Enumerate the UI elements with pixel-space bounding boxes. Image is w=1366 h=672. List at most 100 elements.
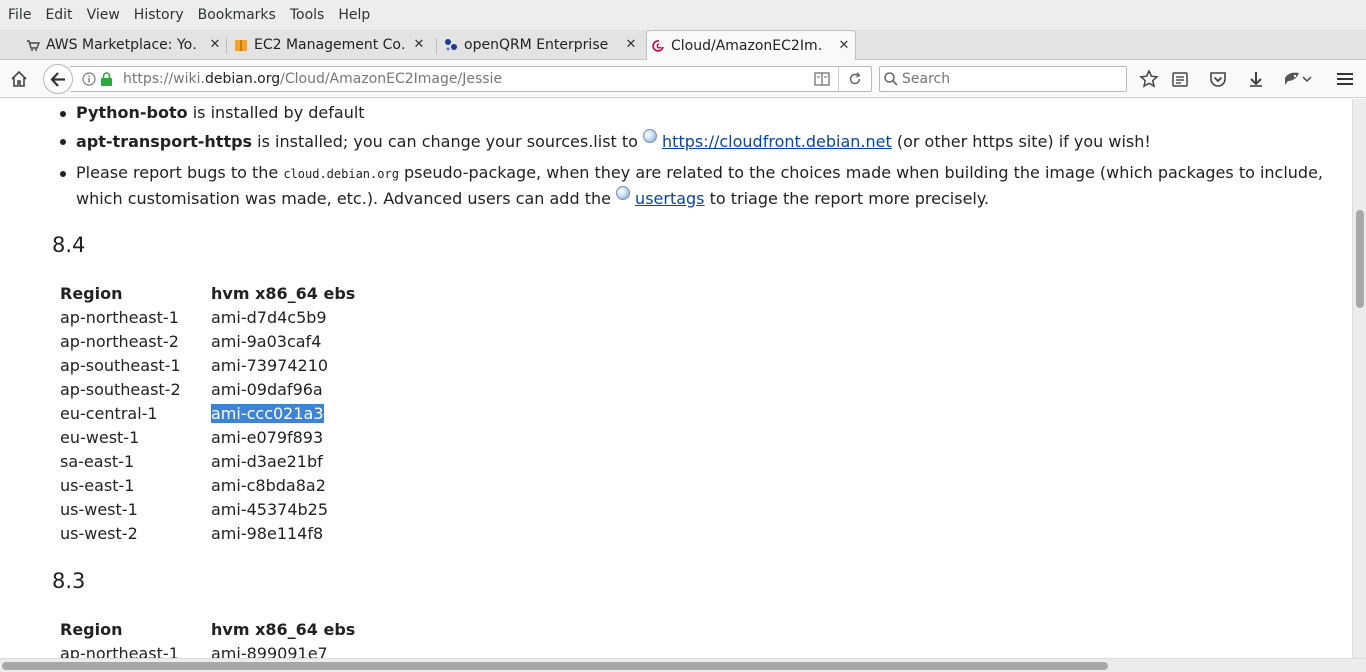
- menu-edit[interactable]: Edit: [45, 7, 72, 23]
- ami-id-cell[interactable]: ami-ccc021a3: [207, 401, 359, 425]
- tab-ec2-management[interactable]: EC2 Management Co… ✕: [230, 30, 430, 60]
- horizontal-scrollbar[interactable]: [0, 658, 1366, 672]
- tab-separator: [436, 38, 437, 54]
- menu-tools[interactable]: Tools: [290, 7, 325, 23]
- table-row: us-east-1 ami-c8bda8a2: [56, 473, 359, 497]
- menu-history[interactable]: History: [134, 7, 184, 23]
- ami-id[interactable]: ami-ccc021a3: [211, 403, 324, 423]
- ami-id-cell[interactable]: ami-899091e7: [207, 641, 359, 659]
- home-icon[interactable]: [9, 69, 29, 89]
- package-name: apt-transport-https: [76, 132, 253, 151]
- ami-id[interactable]: ami-98e114f8: [211, 524, 323, 543]
- external-link-globe-icon: [643, 129, 658, 143]
- table-row: us-west-1 ami-45374b25: [56, 497, 359, 521]
- ami-id[interactable]: ami-9a03caf4: [211, 332, 321, 351]
- table-row: ap-southeast-2 ami-09daf96a: [56, 377, 359, 401]
- list-item-text: to triage the report more precisely.: [704, 189, 990, 208]
- ami-id[interactable]: ami-899091e7: [211, 644, 328, 659]
- close-tab-icon[interactable]: ✕: [837, 38, 851, 53]
- close-tab-icon[interactable]: ✕: [208, 37, 222, 52]
- ami-id-cell[interactable]: ami-45374b25: [207, 497, 359, 521]
- menu-bar: File Edit View History Bookmarks Tools H…: [0, 0, 1366, 30]
- region-cell: eu-central-1: [60, 403, 158, 423]
- column-header-region: Region: [60, 619, 123, 639]
- search-box[interactable]: [879, 66, 1127, 92]
- region-cell: ap-northeast-1: [60, 643, 179, 659]
- reading-list-icon[interactable]: [1170, 69, 1190, 89]
- menu-bookmarks[interactable]: Bookmarks: [198, 7, 276, 23]
- close-tab-icon[interactable]: ✕: [412, 37, 426, 52]
- debian-swirl-favicon-icon: [652, 40, 664, 52]
- ami-id[interactable]: ami-d3ae21bf: [211, 452, 323, 471]
- chevron-down-icon[interactable]: [1300, 69, 1314, 89]
- table-row: sa-east-1 ami-d3ae21bf: [56, 449, 359, 473]
- section-heading: 8.3: [52, 569, 86, 593]
- download-arrow-icon[interactable]: [1246, 69, 1266, 89]
- tab-title: EC2 Management Co…: [254, 37, 404, 53]
- navigation-bar: https://wiki.debian.org/Cloud/AmazonEC2I…: [0, 60, 1366, 98]
- region-cell: ap-northeast-2: [60, 331, 179, 351]
- ami-id-cell[interactable]: ami-73974210: [207, 353, 359, 377]
- url-domain: debian.org: [204, 71, 281, 87]
- table-row: ap-northeast-2 ami-9a03caf4: [56, 329, 359, 353]
- reload-icon[interactable]: [848, 72, 862, 86]
- package-code: cloud.debian.org: [283, 167, 399, 181]
- openqrm-favicon-icon: [445, 39, 457, 51]
- table-row: us-west-2 ami-98e114f8: [56, 521, 359, 545]
- info-icon[interactable]: [82, 72, 96, 86]
- tab-title: AWS Marketplace: Yo…: [46, 37, 196, 53]
- ami-id-cell[interactable]: ami-d3ae21bf: [207, 449, 359, 473]
- ami-id[interactable]: ami-45374b25: [211, 500, 328, 519]
- table-row: ap-northeast-1 ami-d7d4c5b9: [56, 305, 359, 329]
- menu-view[interactable]: View: [87, 7, 120, 23]
- search-input[interactable]: [902, 70, 1122, 88]
- ami-id[interactable]: ami-e079f893: [211, 428, 323, 447]
- vertical-scroll-thumb[interactable]: [1356, 210, 1364, 308]
- ami-id-cell[interactable]: ami-9a03caf4: [207, 329, 359, 353]
- menu-file[interactable]: File: [8, 7, 31, 23]
- reader-view-icon[interactable]: [814, 72, 830, 86]
- table-row: ap-southeast-1 ami-73974210: [56, 353, 359, 377]
- extension-icon[interactable]: [1282, 69, 1302, 89]
- menu-help[interactable]: Help: [338, 7, 370, 23]
- list-item: apt-transport-https is installed; you ca…: [58, 129, 1338, 161]
- tab-aws-marketplace[interactable]: AWS Marketplace: Yo… ✕: [22, 30, 226, 60]
- section-heading: 8.4: [52, 233, 86, 257]
- list-item: Please report bugs to the cloud.debian.o…: [58, 161, 1338, 211]
- usertags-link[interactable]: usertags: [635, 189, 704, 208]
- feature-list: Python-boto is installed by default apt-…: [58, 101, 1338, 211]
- horizontal-scroll-thumb[interactable]: [2, 662, 1108, 670]
- ami-id-cell[interactable]: ami-d7d4c5b9: [207, 305, 359, 329]
- cloudfront-link[interactable]: https://cloudfront.debian.net: [662, 132, 892, 151]
- table-row: ap-northeast-1 ami-899091e7: [56, 641, 359, 659]
- tab-debian-wiki[interactable]: Cloud/AmazonEC2Im… ✕: [646, 30, 856, 61]
- ami-id-cell[interactable]: ami-09daf96a: [207, 377, 359, 401]
- ami-id[interactable]: ami-09daf96a: [211, 380, 323, 399]
- ami-id-cell[interactable]: ami-c8bda8a2: [207, 473, 359, 497]
- ami-id[interactable]: ami-c8bda8a2: [211, 476, 326, 495]
- hamburger-menu-icon[interactable]: [1335, 69, 1355, 89]
- ami-id-cell[interactable]: ami-98e114f8: [207, 521, 359, 545]
- tab-title: Cloud/AmazonEC2Im…: [671, 38, 821, 54]
- region-cell: us-west-2: [60, 523, 138, 543]
- tab-strip: AWS Marketplace: Yo… ✕ EC2 Management Co…: [0, 30, 1366, 84]
- list-item-text: Please report bugs to the: [76, 163, 284, 182]
- column-header-ami: hvm x86_64 ebs: [211, 619, 356, 639]
- region-cell: sa-east-1: [60, 451, 135, 471]
- tab-separator: [226, 38, 227, 54]
- bookmark-star-icon[interactable]: [1139, 69, 1159, 89]
- lock-icon[interactable]: [100, 71, 113, 87]
- ami-id-cell[interactable]: ami-e079f893: [207, 425, 359, 449]
- vertical-scrollbar[interactable]: [1352, 99, 1366, 658]
- ami-id[interactable]: ami-d7d4c5b9: [211, 308, 327, 327]
- back-button[interactable]: [43, 64, 73, 94]
- list-item-text: is installed by default: [187, 103, 365, 122]
- ami-id[interactable]: ami-73974210: [211, 356, 328, 375]
- close-tab-icon[interactable]: ✕: [624, 37, 638, 52]
- list-item-text: (or other https site) if you wish!: [891, 132, 1151, 151]
- url-bar[interactable]: https://wiki.debian.org/Cloud/AmazonEC2I…: [70, 66, 872, 92]
- pocket-icon[interactable]: [1208, 69, 1228, 89]
- back-arrow-icon: [50, 72, 65, 87]
- tab-openqrm[interactable]: openQRM Enterprise … ✕: [440, 30, 642, 60]
- region-cell: ap-southeast-1: [60, 355, 181, 375]
